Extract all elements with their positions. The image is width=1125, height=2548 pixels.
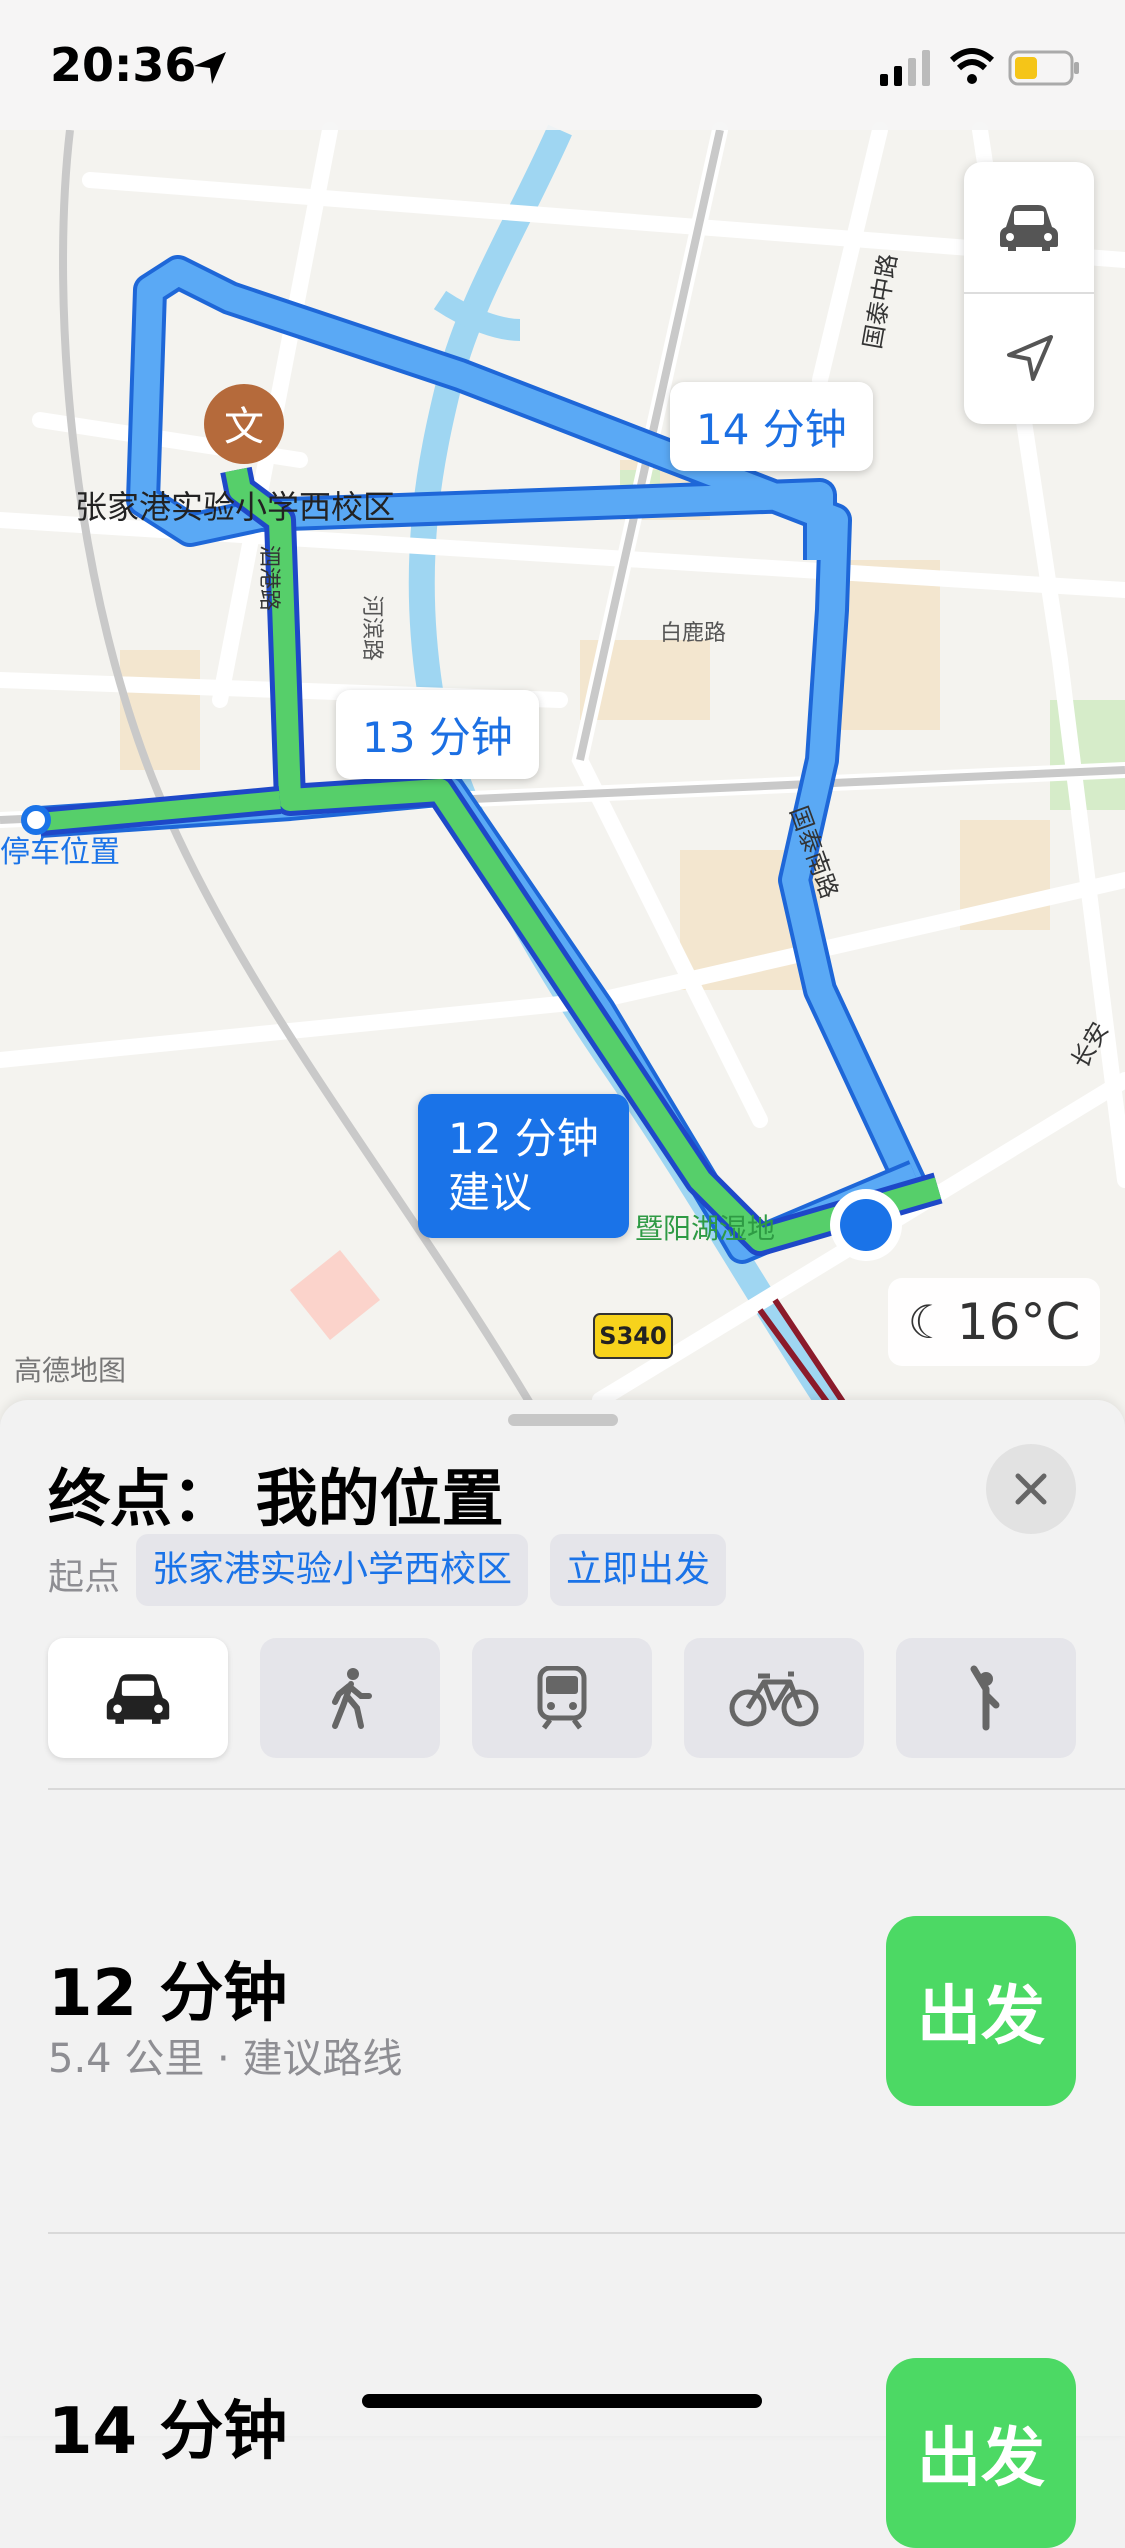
walk-icon [332, 1668, 372, 1729]
bike-icon [729, 1671, 819, 1727]
temperature-value: 16°C [956, 1293, 1081, 1351]
mode-bike-button[interactable] [684, 1638, 864, 1758]
route-bubble-time: 12 分钟 [448, 1114, 599, 1163]
route-bubble-time: 14 分钟 [696, 405, 847, 454]
parking-marker[interactable] [21, 805, 51, 835]
location-services-icon [194, 52, 226, 84]
signal-icon [880, 50, 930, 86]
car-icon [106, 1674, 170, 1724]
route-bubble-14min[interactable]: 14 分钟 [670, 382, 873, 471]
home-indicator[interactable] [362, 2394, 762, 2408]
status-time: 20:36 [50, 38, 197, 92]
route-2-time: 14 分钟 [48, 2395, 288, 2469]
recenter-button[interactable] [964, 294, 1094, 424]
weather-badge: ☾ 16°C [888, 1278, 1100, 1366]
route-bubble-13min[interactable]: 13 分钟 [336, 690, 539, 779]
close-button[interactable] [986, 1444, 1076, 1534]
road-label-sigang: 泗港路 [256, 545, 281, 611]
mode-walk-button[interactable] [260, 1638, 440, 1758]
divider [48, 2232, 1125, 2234]
directions-sheet: 终点： 我的位置 起点 张家港实验小学西校区 立即出发 12 分钟 5.4 公里… [0, 1400, 1125, 2548]
route-bubble-12min[interactable]: 12 分钟 建议 [418, 1094, 629, 1238]
rideshare-icon [970, 1665, 1000, 1731]
route-1-go-button[interactable]: 出发 [886, 1916, 1076, 2106]
current-location-dot[interactable] [840, 1199, 892, 1251]
road-label-bailu: 白鹿路 [660, 621, 726, 646]
route-bubble-time: 13 分钟 [362, 713, 513, 762]
map-controls [964, 162, 1094, 424]
transit-icon [537, 1666, 587, 1730]
status-bar: 20:36 [0, 0, 1125, 130]
moon-icon: ☾ [907, 1295, 949, 1349]
highway-label: S340 [599, 1322, 666, 1350]
school-icon: 文 [224, 404, 264, 450]
battery-icon [1008, 50, 1079, 86]
origin-label: 起点 [48, 1557, 121, 1598]
close-icon [1015, 1473, 1047, 1505]
car-icon [1000, 205, 1058, 251]
poi-school-label: 张家港实验小学西校区 [75, 488, 395, 526]
mode-drive-button[interactable] [48, 1638, 228, 1758]
sheet-grabber[interactable] [508, 1414, 618, 1426]
origin-chip[interactable]: 张家港实验小学西校区 [136, 1534, 529, 1606]
mode-rideshare-button[interactable] [896, 1638, 1076, 1758]
route-1-time: 12 分钟 [48, 1957, 288, 2031]
mode-transit-button[interactable] [472, 1638, 652, 1758]
depart-time-chip[interactable]: 立即出发 [550, 1534, 727, 1606]
parking-label: 停车位置 [0, 835, 120, 870]
route-1-detail: 5.4 公里 · 建议路线 [48, 2036, 403, 2082]
location-arrow-icon [1007, 335, 1053, 381]
divider [48, 1788, 1125, 1790]
road-label-hebin: 河滨路 [359, 595, 384, 661]
wetland-label: 暨阳湖湿地 [635, 1212, 775, 1245]
wifi-icon [949, 48, 995, 84]
route-2-go-button[interactable]: 出发 [886, 2358, 1076, 2548]
map-watermark: 高德地图 [14, 1354, 126, 1387]
destination-title: 终点： 我的位置 [48, 1462, 504, 1535]
drive-mode-button[interactable] [964, 162, 1094, 292]
route-bubble-tag: 建议 [448, 1168, 533, 1217]
